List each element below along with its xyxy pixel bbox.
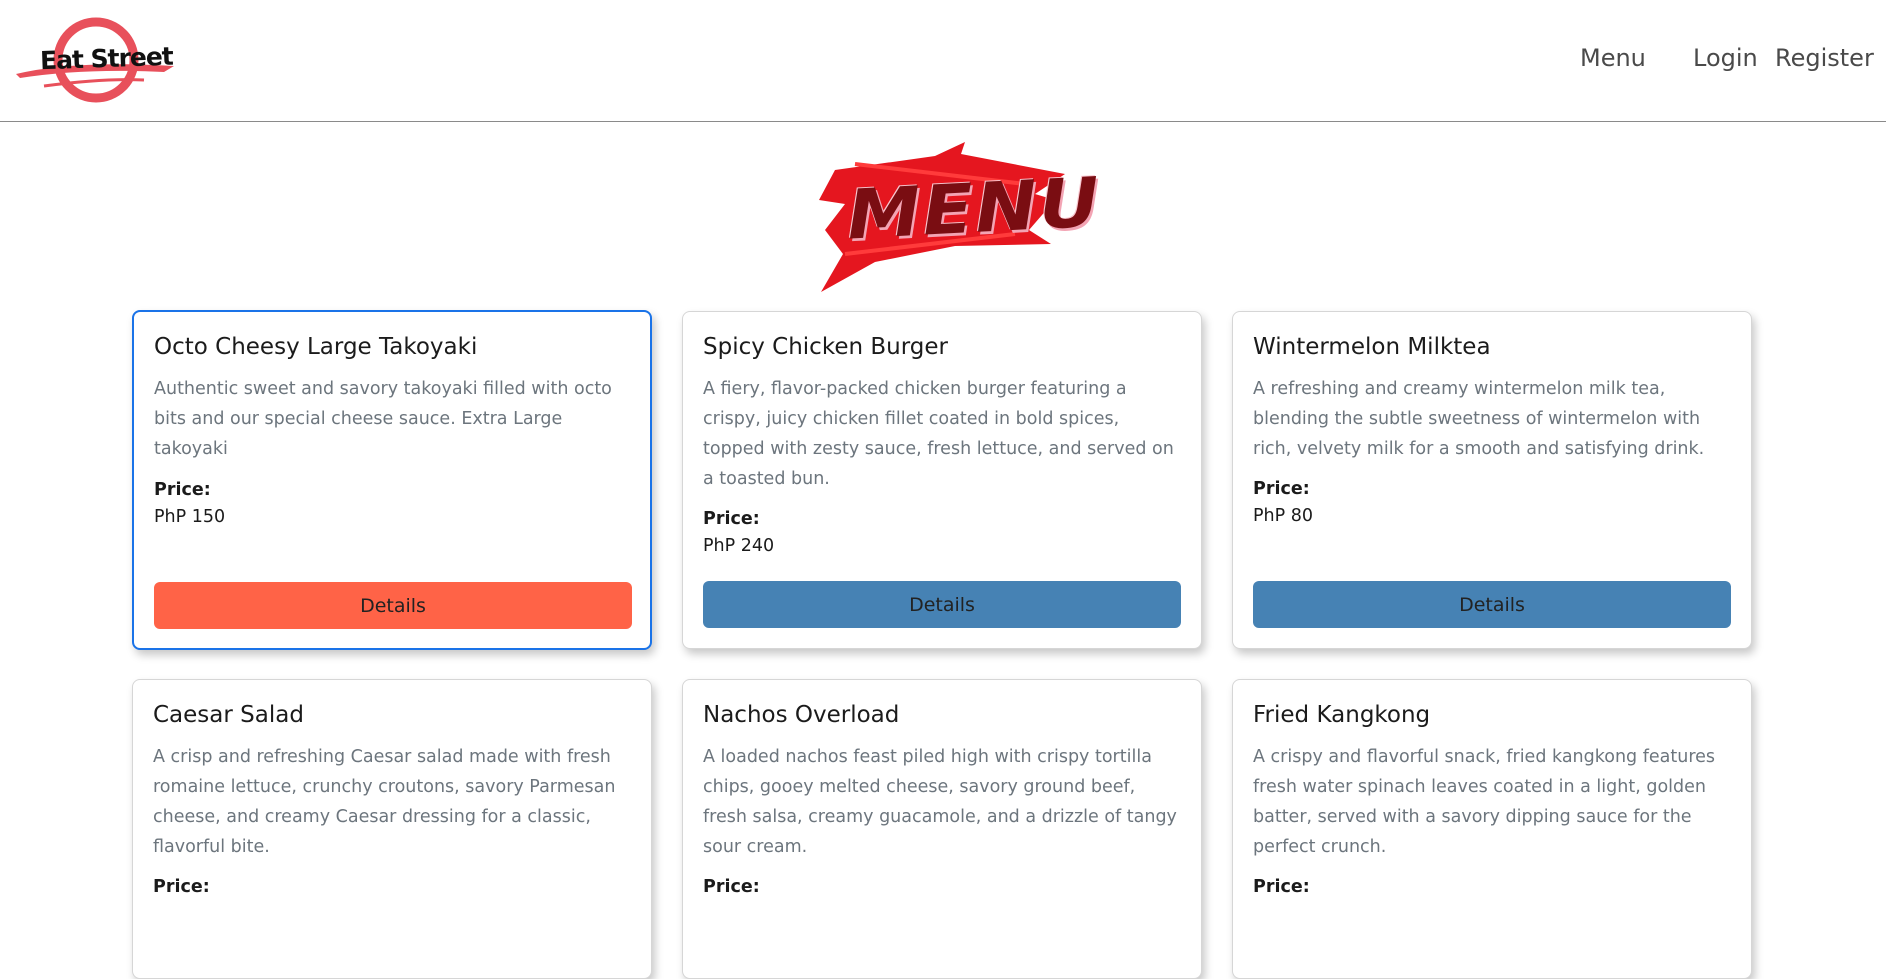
- card-description: A fiery, flavor-packed chicken burger fe…: [703, 379, 1174, 489]
- details-button[interactable]: Details: [703, 581, 1181, 628]
- menu-card[interactable]: Octo Cheesy Large Takoyaki Authentic swe…: [132, 310, 652, 650]
- card-title: Wintermelon Milktea: [1253, 334, 1491, 360]
- price-value: PhP 240: [703, 536, 775, 556]
- nav-login-link[interactable]: Login: [1693, 44, 1758, 72]
- menu-card[interactable]: Caesar Salad A crisp and refreshing Caes…: [132, 679, 652, 979]
- menu-banner-text: MENU: [845, 162, 1104, 256]
- card-description: A crispy and flavorful snack, fried kang…: [1253, 747, 1716, 857]
- price-label: Price:: [1253, 479, 1310, 499]
- price-label: Price:: [703, 509, 760, 529]
- details-button[interactable]: Details: [154, 582, 632, 629]
- card-description: Authentic sweet and savory takoyaki fill…: [154, 379, 612, 459]
- price-label: Price:: [153, 877, 210, 897]
- menu-card[interactable]: Fried Kangkong A crispy and flavorful sn…: [1232, 679, 1752, 979]
- logo[interactable]: Eat Street: [14, 14, 180, 106]
- menu-card[interactable]: Nachos Overload A loaded nachos feast pi…: [682, 679, 1202, 979]
- menu-banner: MENU: [815, 134, 1103, 294]
- card-title: Octo Cheesy Large Takoyaki: [154, 334, 478, 360]
- price-label: Price:: [703, 877, 760, 897]
- price-label: Price:: [1253, 877, 1310, 897]
- card-title: Nachos Overload: [703, 702, 900, 728]
- navbar: Eat Street Menu Login Register: [0, 0, 1886, 122]
- menu-card[interactable]: Spicy Chicken Burger A fiery, flavor-pac…: [682, 311, 1202, 649]
- menu-card[interactable]: Wintermelon Milktea A refreshing and cre…: [1232, 311, 1752, 649]
- card-description: A crisp and refreshing Caesar salad made…: [153, 747, 616, 857]
- price-value: PhP 150: [154, 507, 226, 527]
- price-value: PhP 80: [1253, 506, 1314, 526]
- card-description: A refreshing and creamy wintermelon milk…: [1253, 379, 1705, 459]
- nav-menu-link[interactable]: Menu: [1580, 44, 1646, 72]
- price-label: Price:: [154, 480, 211, 500]
- card-title: Spicy Chicken Burger: [703, 334, 948, 360]
- card-title: Caesar Salad: [153, 702, 304, 728]
- logo-text: Eat Street: [39, 41, 174, 76]
- card-description: A loaded nachos feast piled high with cr…: [703, 747, 1177, 857]
- details-button[interactable]: Details: [1253, 581, 1731, 628]
- nav-register-link[interactable]: Register: [1775, 44, 1874, 72]
- card-title: Fried Kangkong: [1253, 702, 1431, 728]
